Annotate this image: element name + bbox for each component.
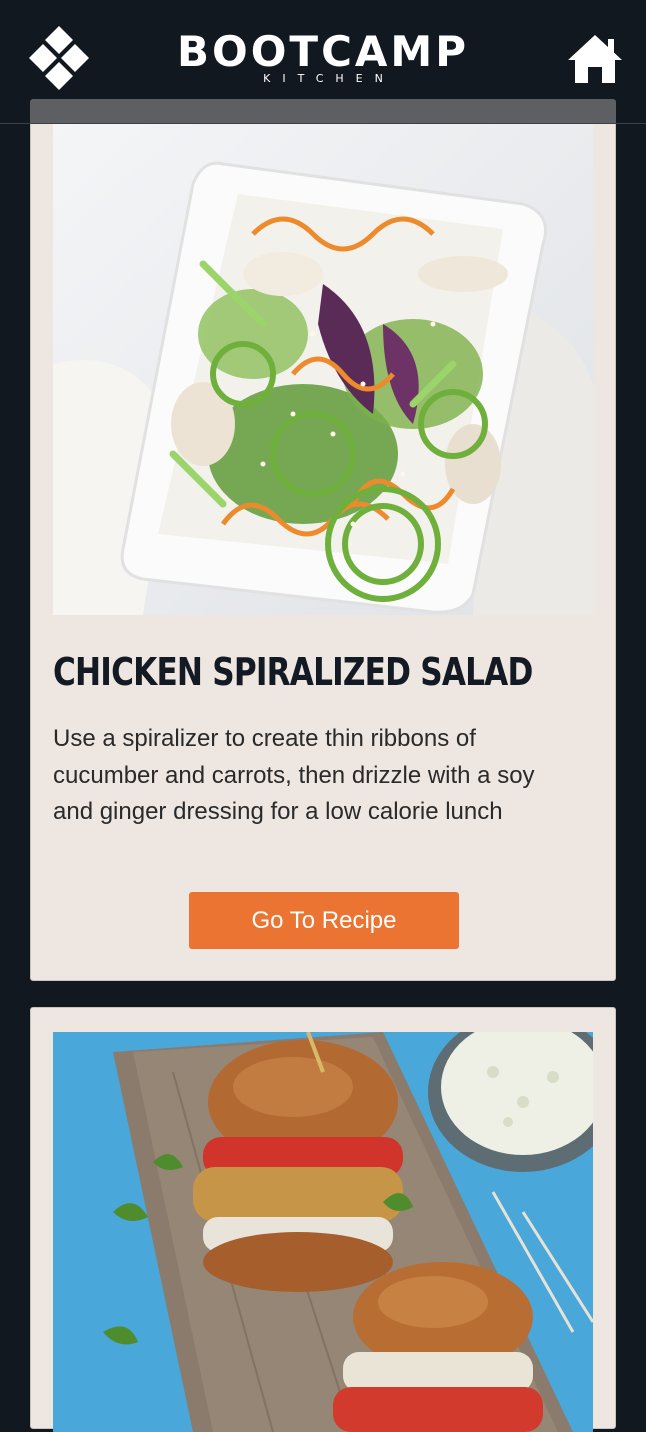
- chicken-spiralized-salad-photo[interactable]: [53, 124, 593, 615]
- diamond-menu-icon[interactable]: [26, 24, 92, 92]
- home-icon[interactable]: [566, 33, 624, 85]
- recipe-card: CHICKEN SPIRALIZED SALAD Use a spiralize…: [30, 99, 616, 981]
- recipe-card: [30, 1007, 616, 1432]
- go-to-recipe-button[interactable]: Go To Recipe: [189, 892, 459, 949]
- chicken-burger-photo[interactable]: [53, 1032, 593, 1432]
- logo-title: BOOTCAMP: [177, 27, 469, 76]
- recipe-description: Use a spiralizer to create thin ribbons …: [53, 725, 535, 825]
- recipe-title: CHICKEN SPIRALIZED SALAD: [53, 650, 533, 694]
- card-shadow-under-header: [30, 99, 616, 123]
- bootcamp-kitchen-logo[interactable]: BOOTCAMP KITCHEN: [160, 28, 486, 92]
